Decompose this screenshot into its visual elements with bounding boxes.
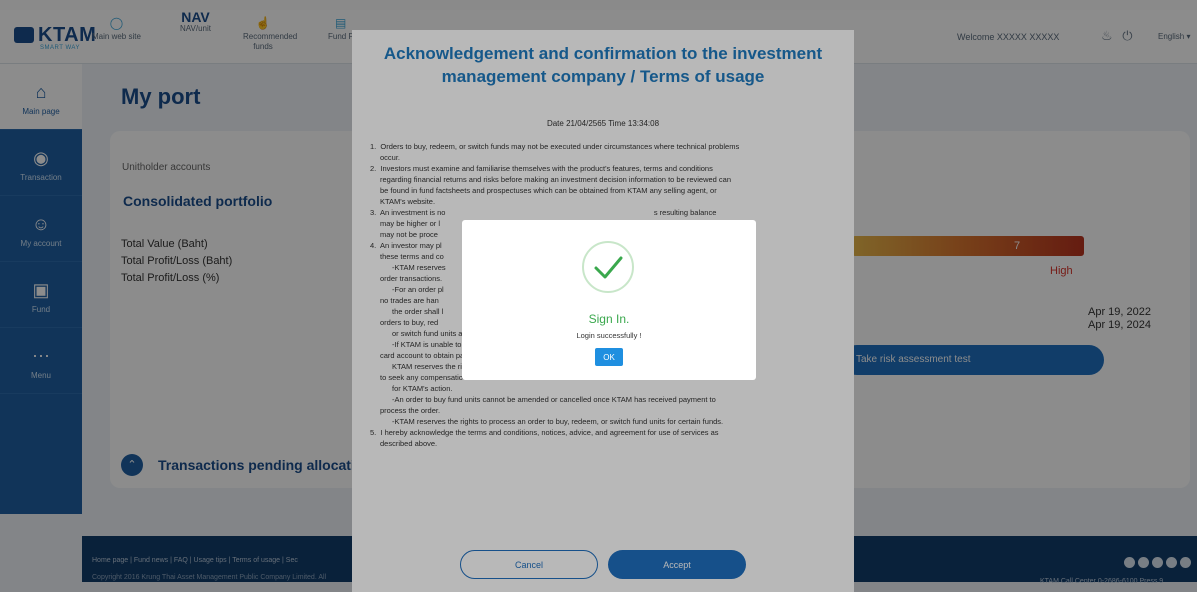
sign-in-dialog: Sign In. Login successfully ! OK xyxy=(462,220,756,380)
sign-in-title: Sign In. xyxy=(588,312,630,326)
success-check-icon xyxy=(582,241,634,293)
ok-button[interactable]: OK xyxy=(595,348,623,366)
sign-in-message: Login successfully ! xyxy=(576,331,642,340)
